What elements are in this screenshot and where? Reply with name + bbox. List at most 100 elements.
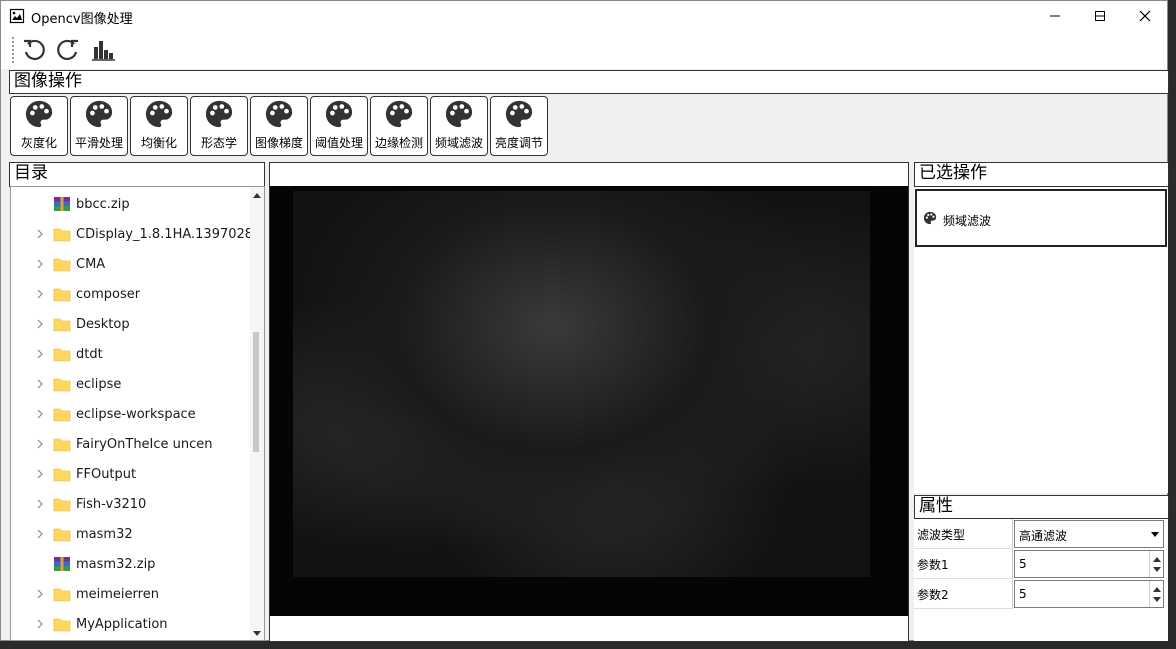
selected-header: 已选操作 <box>914 162 1169 187</box>
chevron-right-icon[interactable] <box>35 529 45 539</box>
step-up-icon[interactable] <box>1153 557 1161 562</box>
tree-item-label: FFOutput <box>76 466 137 482</box>
tree-item[interactable]: masm32.zip <box>11 549 251 579</box>
folder-icon <box>53 378 71 392</box>
folder-icon <box>53 348 71 362</box>
tree-item-label: eclipse-workspace <box>76 406 196 422</box>
chevron-right-icon[interactable] <box>35 289 45 299</box>
param1-spinbox[interactable]: 5 <box>1014 550 1164 578</box>
operation-button[interactable]: 平滑处理 <box>70 96 128 156</box>
window-title: Opencv图像处理 <box>31 12 133 27</box>
operation-button[interactable]: 灰度化 <box>10 96 68 156</box>
undo-button[interactable] <box>19 35 49 65</box>
scroll-thumb[interactable] <box>253 332 259 452</box>
step-down-icon[interactable] <box>1153 597 1161 602</box>
property-row-param1: 参数1 5 <box>914 549 1168 579</box>
tree-item[interactable]: FairyOnTheIce uncen <box>11 429 251 459</box>
folder-icon <box>53 258 71 272</box>
desktop-background-bottom <box>0 641 1176 649</box>
tree-item[interactable]: CMA <box>11 249 251 279</box>
tree-item[interactable]: bbcc.zip <box>11 189 251 219</box>
chevron-right-icon[interactable] <box>35 259 45 269</box>
chevron-right-icon[interactable] <box>35 619 45 629</box>
folder-icon <box>53 618 71 632</box>
tree-item-label: CMA <box>76 256 106 272</box>
palette-icon <box>85 100 113 128</box>
tree-item[interactable]: eclipse-workspace <box>11 399 251 429</box>
maximize-icon <box>1095 11 1105 21</box>
redo-icon <box>57 39 78 61</box>
chevron-down-icon <box>1151 532 1159 537</box>
minimize-button-2[interactable] <box>1032 1 1078 31</box>
chevron-right-icon[interactable] <box>35 499 45 509</box>
operation-button[interactable]: 边缘检测 <box>370 96 428 156</box>
tree-item-label: masm32 <box>76 526 133 542</box>
scroll-down-icon[interactable] <box>253 631 261 636</box>
tree-item[interactable]: eclipse <box>11 369 251 399</box>
tree-item-label: Fish-v3210 <box>76 496 147 512</box>
param1-value: 5 <box>1019 557 1027 571</box>
operation-label: 平滑处理 <box>74 136 123 150</box>
tree-item[interactable]: masm32 <box>11 519 251 549</box>
desktop-background <box>1168 0 1176 649</box>
selected-op-label: 频域滤波 <box>943 214 992 228</box>
histogram-icon <box>92 41 115 61</box>
chevron-right-icon[interactable] <box>35 319 45 329</box>
chevron-right-icon[interactable] <box>35 229 45 239</box>
tree-item-label: MyApplication <box>76 616 168 632</box>
chevron-right-icon[interactable] <box>35 439 45 449</box>
redo-button[interactable] <box>53 35 83 65</box>
tree-item[interactable]: FFOutput <box>11 459 251 489</box>
chevron-right-icon[interactable] <box>35 379 45 389</box>
minimize-icon <box>1050 15 1060 17</box>
histogram-button[interactable] <box>88 35 118 65</box>
param2-stepper[interactable] <box>1149 581 1163 607</box>
selected-title: 已选操作 <box>919 163 987 183</box>
close-button[interactable] <box>1122 1 1168 31</box>
tree-item[interactable]: dtdt <box>11 339 251 369</box>
palette-icon <box>385 100 413 128</box>
tree-item[interactable]: Desktop <box>11 309 251 339</box>
tree-item[interactable]: composer <box>11 279 251 309</box>
filter-type-select[interactable]: 高通滤波 <box>1014 520 1164 548</box>
operation-button[interactable]: 阈值处理 <box>310 96 368 156</box>
chevron-right-icon[interactable] <box>35 589 45 599</box>
param2-spinbox[interactable]: 5 <box>1014 580 1164 608</box>
operation-label: 阈值处理 <box>314 136 363 150</box>
undo-icon <box>24 39 45 61</box>
directory-tree[interactable]: MyApplication meimeierren masm32.zip masm32… <box>10 186 265 641</box>
zip-icon <box>54 557 70 571</box>
operation-button[interactable]: 图像梯度 <box>250 96 308 156</box>
operation-button[interactable]: 形态学 <box>190 96 248 156</box>
param1-stepper[interactable] <box>1149 551 1163 577</box>
folder-icon <box>53 228 71 242</box>
selected-op-item[interactable]: 频域滤波 <box>915 189 1167 247</box>
app-icon <box>9 8 25 24</box>
operation-button[interactable]: 亮度调节 <box>490 96 548 156</box>
step-down-icon[interactable] <box>1153 567 1161 572</box>
chevron-right-icon[interactable] <box>35 469 45 479</box>
chevron-right-icon[interactable] <box>35 349 45 359</box>
step-up-icon[interactable] <box>1153 587 1161 592</box>
palette-icon <box>505 100 533 128</box>
operations-header: 图像操作 <box>9 70 1169 94</box>
tree-scrollbar[interactable] <box>250 187 264 640</box>
scroll-up-icon[interactable] <box>253 193 261 198</box>
operation-button[interactable]: 均衡化 <box>130 96 188 156</box>
chevron-right-icon[interactable] <box>35 409 45 419</box>
operation-button[interactable]: 频域滤波 <box>430 96 488 156</box>
close-icon <box>1139 10 1151 22</box>
tree-item[interactable]: MyApplication <box>11 609 251 639</box>
tree-item[interactable]: meimeierren <box>11 579 251 609</box>
operations-row: 灰度化 平滑处理 均衡化 形态学 图像梯度 阈值处理 边缘检测 频域滤波 亮度调节 <box>10 96 548 156</box>
tree-item[interactable]: CDisplay_1.8.1HA.13970282... <box>11 219 264 249</box>
operation-label: 亮度调节 <box>494 136 543 150</box>
tree-item[interactable]: Fish-v3210 <box>11 489 251 519</box>
directory-title: 目录 <box>14 163 48 183</box>
property-key: 滤波类型 <box>914 519 1013 549</box>
toolbar-grip[interactable] <box>12 37 14 63</box>
operation-label: 形态学 <box>200 136 237 150</box>
tree-item-label: bbcc.zip <box>76 196 130 212</box>
property-key: 参数1 <box>914 549 1013 579</box>
maximize-button[interactable] <box>1077 1 1123 31</box>
